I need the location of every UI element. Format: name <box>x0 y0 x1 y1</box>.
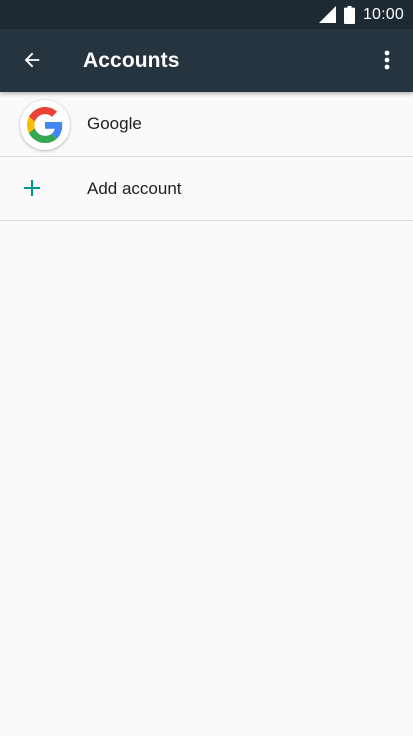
account-avatar <box>20 100 70 150</box>
google-logo-icon <box>27 107 63 143</box>
add-account-button[interactable]: Add account <box>0 157 413 220</box>
more-vert-icon <box>384 50 390 70</box>
more-options-button[interactable] <box>367 40 407 80</box>
account-item-google[interactable]: Google <box>0 92 413 156</box>
plus-icon <box>24 180 40 196</box>
list-divider <box>0 220 413 221</box>
status-icons: 10:00 <box>318 0 404 29</box>
page-title: Accounts <box>83 49 180 72</box>
signal-icon <box>318 6 336 23</box>
accounts-list: Google Add account <box>0 92 413 221</box>
battery-icon <box>343 5 355 24</box>
back-arrow-icon <box>24 52 40 68</box>
account-item-label: Google <box>87 114 142 133</box>
add-account-label: Add account <box>87 179 182 198</box>
status-time: 10:00 <box>362 5 404 23</box>
status-bar: 10:00 <box>0 0 413 29</box>
app-bar: Accounts <box>0 29 413 92</box>
back-button[interactable] <box>12 40 52 80</box>
